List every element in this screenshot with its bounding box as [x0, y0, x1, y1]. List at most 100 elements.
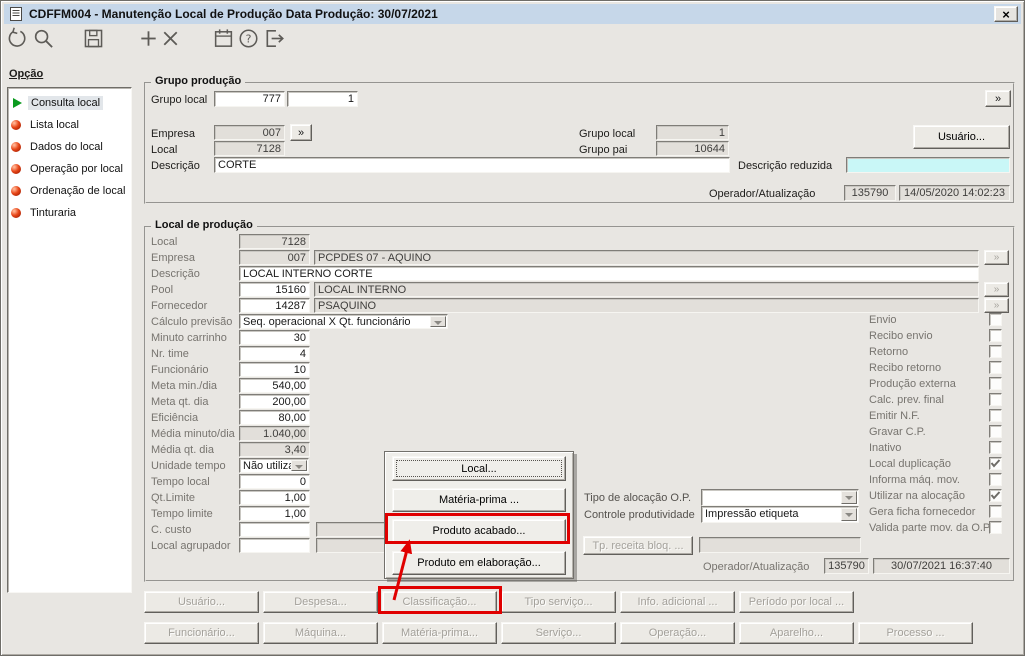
- tempo-limite-field[interactable]: 1,00: [239, 506, 310, 521]
- minuto-carrinho-field[interactable]: 30: [239, 330, 310, 345]
- checkbox-utilizar-na-alocacao: [989, 489, 1002, 502]
- checkbox-label-recibo-retorno: Recibo retorno: [869, 362, 942, 374]
- grupo-local-dir-field: 1: [656, 125, 729, 140]
- tp-receita-bloq-field: [699, 537, 861, 553]
- sidebar-item-ordenacao-de-local[interactable]: Ordenação de local: [11, 181, 129, 201]
- save-icon[interactable]: [82, 27, 106, 51]
- close-button[interactable]: ×: [994, 6, 1018, 22]
- sidebar-item-consulta-local[interactable]: Consulta local: [11, 93, 129, 113]
- sidebar-item-operacao-por-local[interactable]: Operação por local: [11, 159, 129, 179]
- empresa-field: 007: [214, 125, 285, 140]
- tempo-local-label: Tempo local: [151, 476, 210, 488]
- nr-time-field[interactable]: 4: [239, 346, 310, 361]
- action-button-processo: Processo ...: [858, 622, 973, 644]
- empresa-desc-field: PCPDES 07 - AQUINO: [314, 250, 979, 265]
- sphere-icon: [11, 186, 21, 196]
- action-button-despesa: Despesa...: [263, 591, 378, 613]
- descricao-field[interactable]: CORTE: [214, 157, 730, 173]
- descricao-field[interactable]: LOCAL INTERNO CORTE: [239, 266, 979, 281]
- calculo-previsao-combobox: Seq. operacional X Qt. funcionário: [239, 314, 448, 329]
- sidebar-item-label: Ordenação de local: [30, 185, 126, 197]
- local-label: Local: [151, 144, 178, 156]
- checkbox-recibo-retorno: [989, 361, 1002, 374]
- unidade-tempo-value: Não utiliza: [243, 460, 295, 472]
- sidebar-item-label: Consulta local: [28, 96, 104, 110]
- calculo-previsao-label: Cálculo previsão: [151, 316, 233, 328]
- grupo-local-lookup-button[interactable]: »: [985, 90, 1011, 107]
- calendar-icon[interactable]: [212, 27, 236, 51]
- checkbox-label-gera-ficha-fornecedor: Gera ficha fornecedor: [869, 506, 976, 518]
- checkbox-label-envio: Envio: [869, 314, 897, 326]
- pool-lookup-button: »: [984, 282, 1009, 297]
- sidebar-item-tinturaria[interactable]: Tinturaria: [11, 203, 129, 223]
- meta-qt-dia-label: Meta qt. dia: [151, 396, 209, 408]
- local-agrupador-label: Local agrupador: [151, 540, 231, 552]
- grupo-local-dir-label: Grupo local: [579, 128, 636, 140]
- empresa-lookup-button: »: [984, 250, 1009, 265]
- qt-limite-field[interactable]: 1,00: [239, 490, 310, 505]
- title-bar: CDFFM004 - Manutenção Local de Produção …: [4, 4, 1021, 24]
- local-producao-title: Local de produção: [151, 219, 257, 231]
- c-custo-label: C. custo: [151, 524, 192, 536]
- c-custo-field[interactable]: [239, 522, 310, 537]
- empresa-lookup-button[interactable]: »: [290, 124, 312, 141]
- undo-icon[interactable]: [5, 27, 29, 51]
- dropdown-arrow-icon: [841, 508, 857, 521]
- media-minuto-dia-label: Média minuto/dia: [151, 428, 235, 440]
- action-button-operacao: Operação...: [620, 622, 735, 644]
- meta-min-dia-field[interactable]: 540,00: [239, 378, 310, 393]
- funcionario-label: Funcionário: [151, 364, 209, 376]
- checkbox-local-duplicacao: [989, 457, 1002, 470]
- dropdown-arrow-icon: [291, 460, 307, 471]
- checkbox-label-gravar-c-p: Gravar C.P.: [869, 426, 926, 438]
- grupo-local-field-1[interactable]: 777: [214, 91, 285, 107]
- sphere-icon: [11, 164, 21, 174]
- grupo-pai-label: Grupo pai: [579, 144, 628, 156]
- action-button-info-adicional: Info. adicional ...: [620, 591, 735, 613]
- eficiencia-label: Eficiência: [151, 412, 199, 424]
- popup-button-local[interactable]: Local...: [392, 456, 566, 481]
- popup-button-materia-prima[interactable]: Matéria-prima ...: [392, 488, 566, 512]
- annotation-arrow: [392, 539, 413, 601]
- pool-field[interactable]: 15160: [239, 282, 310, 297]
- operador-bottom-code-field: 135790: [824, 558, 869, 574]
- search-icon[interactable]: [32, 27, 56, 51]
- checkbox-calc-prev-final: [989, 393, 1002, 406]
- tipo-alocacao-combobox: [701, 489, 859, 506]
- add-icon[interactable]: [137, 27, 161, 51]
- checkbox-label-calc-prev-final: Calc. prev. final: [869, 394, 944, 406]
- pool-label: Pool: [151, 284, 174, 296]
- grupo-local-field-2[interactable]: 1: [287, 91, 358, 107]
- sidebar-item-dados-do-local[interactable]: Dados do local: [11, 137, 129, 157]
- checkbox-inativo: [989, 441, 1002, 454]
- checkbox-label-informa-maq-mov: Informa máq. mov.: [869, 474, 960, 486]
- local-field: 7128: [239, 234, 310, 249]
- controle-produtividade-label: Controle produtividade: [584, 509, 695, 521]
- checkbox-label-recibo-envio: Recibo envio: [869, 330, 933, 342]
- operador-bottom-datetime-field: 30/07/2021 16:37:40: [873, 558, 1010, 574]
- fornecedor-label: Fornecedor: [151, 300, 208, 312]
- funcionario-field[interactable]: 10: [239, 362, 310, 377]
- delete-icon[interactable]: [159, 27, 183, 51]
- tempo-local-field[interactable]: 0: [239, 474, 310, 489]
- help-icon[interactable]: ?: [237, 27, 261, 51]
- action-button-materia-prima: Matéria-prima...: [382, 622, 497, 644]
- checkbox-retorno: [989, 345, 1002, 358]
- fornecedor-field[interactable]: 14287: [239, 298, 310, 313]
- usuario-top-button[interactable]: Usuário...: [913, 125, 1010, 149]
- form-icon: [8, 6, 24, 22]
- local-agrupador-field[interactable]: [239, 538, 310, 553]
- checkbox-gravar-c-p: [989, 425, 1002, 438]
- exit-icon[interactable]: [263, 27, 287, 51]
- sidebar-item-label: Lista local: [30, 119, 79, 131]
- checkbox-valida-parte-mov-da-o-p: [989, 521, 1002, 534]
- eficiencia-field[interactable]: 80,00: [239, 410, 310, 425]
- checkbox-emitir-n-f: [989, 409, 1002, 422]
- descricao-reduzida-field[interactable]: [846, 157, 1010, 173]
- tempo-limite-label: Tempo limite: [151, 508, 213, 520]
- unidade-tempo-label: Unidade tempo: [151, 460, 226, 472]
- meta-qt-dia-field[interactable]: 200,00: [239, 394, 310, 409]
- local-label: Local: [151, 236, 178, 248]
- action-button-usuario: Usuário...: [144, 591, 259, 613]
- sidebar-item-lista-local[interactable]: Lista local: [11, 115, 129, 135]
